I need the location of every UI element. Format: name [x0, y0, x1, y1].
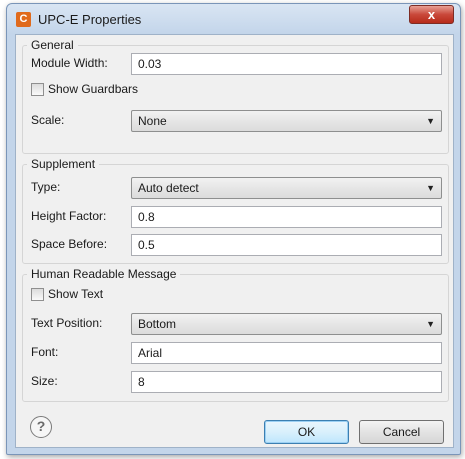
- cancel-button[interactable]: Cancel: [359, 420, 444, 444]
- space-before-input[interactable]: 0.5: [131, 234, 442, 256]
- ok-button[interactable]: OK: [264, 420, 349, 444]
- dialog-content: General Module Width: 0.03 Show Guardbar…: [15, 34, 454, 448]
- scale-select-value: None: [138, 114, 167, 128]
- supplement-group-title: Supplement: [27, 157, 100, 171]
- font-input[interactable]: Arial: [131, 342, 442, 364]
- type-select-value: Auto detect: [138, 181, 199, 195]
- text-position-select[interactable]: Bottom ▼: [131, 313, 442, 335]
- show-guardbars-checkbox[interactable]: [31, 83, 44, 96]
- show-text-label: Show Text: [48, 287, 104, 301]
- title-bar[interactable]: C UPC-E Properties x: [7, 4, 460, 34]
- type-label: Type:: [31, 180, 61, 194]
- size-label: Size:: [31, 374, 58, 388]
- text-position-select-value: Bottom: [138, 317, 177, 331]
- scale-select[interactable]: None ▼: [131, 110, 442, 132]
- supplement-group: Supplement Type: Auto detect ▼ Height Fa…: [22, 157, 449, 264]
- general-group: General Module Width: 0.03 Show Guardbar…: [22, 38, 449, 154]
- size-input[interactable]: 8: [131, 371, 442, 393]
- module-width-input[interactable]: 0.03: [131, 53, 442, 75]
- help-icon[interactable]: ?: [30, 416, 52, 438]
- chevron-down-icon: ▼: [426, 319, 435, 329]
- properties-dialog: C UPC-E Properties x General Module Widt…: [6, 3, 461, 455]
- app-icon: C: [16, 12, 31, 27]
- text-position-label: Text Position:: [31, 316, 103, 330]
- human-readable-group-title: Human Readable Message: [27, 267, 181, 281]
- human-readable-group: Human Readable Message Show Text Text Po…: [22, 267, 449, 402]
- general-group-title: General: [27, 38, 78, 52]
- show-guardbars-label: Show Guardbars: [48, 82, 139, 96]
- module-width-label: Module Width:: [31, 56, 108, 70]
- scale-label: Scale:: [31, 113, 65, 127]
- dialog-title: UPC-E Properties: [38, 12, 142, 27]
- close-icon: x: [427, 7, 436, 22]
- chevron-down-icon: ▼: [426, 183, 435, 193]
- height-factor-label: Height Factor:: [31, 209, 107, 223]
- space-before-label: Space Before:: [31, 237, 108, 251]
- type-select[interactable]: Auto detect ▼: [131, 177, 442, 199]
- chevron-down-icon: ▼: [426, 116, 435, 126]
- font-label: Font:: [31, 345, 59, 359]
- show-text-checkbox[interactable]: [31, 288, 44, 301]
- close-button[interactable]: x: [409, 5, 454, 24]
- height-factor-input[interactable]: 0.8: [131, 206, 442, 228]
